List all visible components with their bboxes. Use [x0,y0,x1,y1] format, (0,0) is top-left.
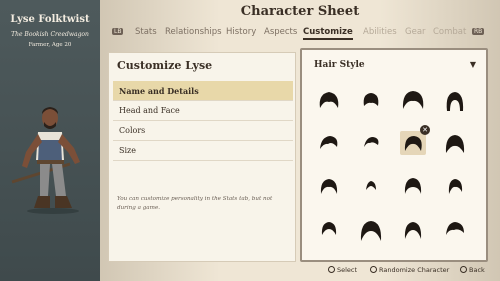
hair-icon [321,222,337,235]
hair-style-option[interactable] [442,131,468,155]
hair-style-title: Hair Style [314,60,365,70]
hair-style-grid: ✕ [312,86,480,256]
hair-style-option[interactable] [400,217,426,241]
hair-style-option[interactable] [316,174,342,198]
customize-note: You can customize personality in the Sta… [117,196,273,211]
hair-icon [366,181,376,190]
hair-icon [364,137,379,147]
tab-aspects[interactable]: Aspects [264,27,297,37]
hair-style-option[interactable] [442,88,468,112]
x-button-icon [370,266,377,273]
hair-style-option[interactable]: ✕ [400,125,430,155]
menu-item-head-face[interactable]: Head and Face [113,101,293,121]
menu-item-colors[interactable]: Colors [113,121,293,141]
hair-icon [360,221,382,241]
footer-bar: Select Randomize Character Back [100,266,500,278]
customize-menu: Name and Details Head and Face Colors Si… [113,81,293,161]
customize-panel: Customize Lyse Name and Details Head and… [108,52,296,262]
hair-style-option[interactable] [358,88,384,112]
hair-style-option[interactable] [358,217,384,241]
hair-icon [446,92,464,111]
menu-item-size[interactable]: Size [113,141,293,161]
tab-gear: Gear [405,27,426,37]
character-portrait [11,107,80,214]
tab-abilities: Abilities [363,27,397,37]
select-hint[interactable]: Select [328,266,357,274]
hair-icon [319,92,339,108]
selected-check-icon: ✕ [420,125,430,135]
hair-style-option[interactable] [316,131,342,155]
hair-icon [402,91,424,109]
hair-style-option[interactable] [358,174,384,198]
hair-style-option[interactable] [316,88,342,112]
hair-icon [445,135,465,153]
hair-style-option[interactable] [316,217,342,241]
lb-button-icon[interactable]: LB [112,28,124,35]
hair-icon [448,179,463,194]
tab-combat: Combat [433,27,467,37]
tab-history[interactable]: History [226,27,256,37]
hair-icon [446,222,464,235]
tab-customize[interactable]: Customize [303,27,353,40]
hair-icon [404,178,422,194]
randomize-hint[interactable]: Randomize Character [370,266,449,274]
character-occupation: Farmer, Age 20 [28,42,72,48]
hair-style-option[interactable] [358,131,384,155]
page-title: Character Sheet [240,4,360,19]
tab-relationships[interactable]: Relationships [165,27,222,37]
chevron-down-icon[interactable]: ▼ [470,60,476,69]
back-hint[interactable]: Back [460,266,485,274]
hair-style-panel: Hair Style ▼ ✕ [300,48,488,262]
hair-style-option[interactable] [400,174,426,198]
menu-item-name-details[interactable]: Name and Details [113,81,293,101]
hair-style-option[interactable] [400,88,426,112]
tab-stats[interactable]: Stats [135,27,157,37]
character-title: The Bookish Creedwagon [11,31,89,38]
hair-icon [320,179,338,194]
customize-title: Customize Lyse [117,59,213,72]
tab-bar: LB Stats Relationships History Aspects C… [100,24,500,42]
hair-icon [404,222,422,239]
hair-style-option[interactable] [442,174,468,198]
b-button-icon [460,266,467,273]
character-name: Lyse Folktwist [10,14,90,25]
hair-icon [320,136,338,149]
character-panel: Lyse Folktwist The Bookish Creedwagon Fa… [0,0,100,281]
hair-style-option[interactable] [442,217,468,241]
a-button-icon [328,266,335,273]
hair-icon [363,93,379,106]
rb-button-icon[interactable]: RB [472,28,485,35]
